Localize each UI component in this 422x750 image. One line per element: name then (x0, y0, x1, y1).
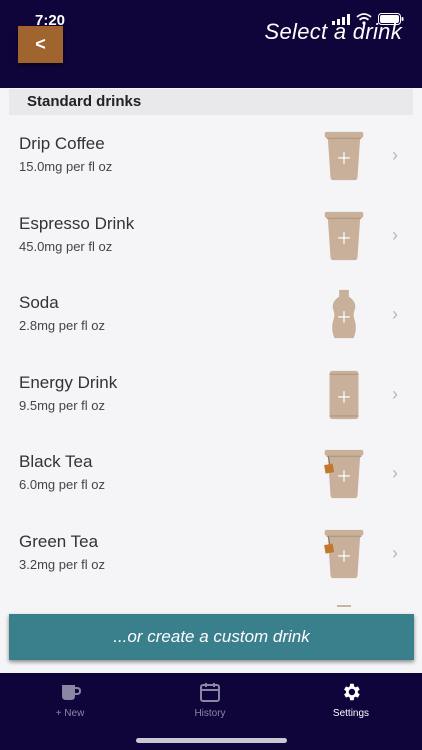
chevron-right-icon: › (392, 383, 398, 404)
tea-cup-icon (324, 529, 364, 578)
coffee-cup-icon (62, 685, 81, 700)
tab-history[interactable]: History (150, 681, 270, 719)
tab-new-label: + New (55, 708, 85, 719)
drink-name: Soda (19, 293, 59, 312)
cup-icon (324, 211, 364, 260)
drink-list-container[interactable]: Standard drinks Drip Coffee 15.0mg per fl… (0, 88, 422, 673)
tab-history-label: History (194, 708, 226, 719)
drink-row[interactable]: Drip Coffee 15.0mg per fl oz › (0, 116, 422, 196)
tab-settings[interactable]: Settings (291, 681, 411, 719)
chevron-right-icon: › (392, 224, 398, 245)
drink-caffeine: 9.5mg per fl oz (19, 397, 105, 413)
drink-list: Drip Coffee 15.0mg per fl oz › Espresso Dri… (0, 116, 422, 593)
section-header: Standard drinks (9, 89, 413, 115)
drink-caffeine: 3.2mg per fl oz (19, 556, 105, 572)
drink-row[interactable]: Energy Drink 9.5mg per fl oz › (0, 355, 422, 435)
drink-caffeine: 2.8mg per fl oz (19, 318, 105, 333)
drink-caffeine: 15.0mg per fl oz (19, 159, 113, 174)
cup-icon (324, 131, 364, 181)
page-title: Select a drink (264, 19, 402, 44)
create-custom-drink-button[interactable]: ...or create a custom drink (9, 614, 414, 660)
tab-new[interactable]: + New (10, 681, 130, 719)
drink-name: Energy Drink (19, 372, 118, 392)
can-icon (329, 370, 359, 419)
home-indicator (136, 738, 287, 743)
drink-name: Green Tea (19, 531, 99, 551)
chevron-right-icon: › (392, 145, 398, 165)
partial-row-hint (337, 605, 351, 607)
drink-row[interactable]: Soda 2.8mg per fl oz › (0, 275, 422, 355)
tab-settings-label: Settings (332, 708, 370, 719)
calendar-icon (200, 683, 220, 702)
drink-row[interactable]: Black Tea 6.0mg per fl oz › (0, 434, 422, 514)
drink-name: Drip Coffee (19, 134, 105, 153)
drink-name: Espresso Drink (19, 213, 135, 233)
drink-name: Black Tea (19, 452, 93, 471)
header: < Select a drink (0, 0, 422, 88)
drink-caffeine: 45.0mg per fl oz (19, 238, 113, 254)
back-button[interactable]: < (18, 26, 63, 63)
chevron-right-icon: › (392, 463, 398, 483)
drink-row[interactable]: Green Tea 3.2mg per fl oz › (0, 514, 422, 594)
gear-icon (344, 683, 360, 701)
drink-caffeine: 6.0mg per fl oz (19, 477, 105, 492)
bottle-icon (332, 289, 356, 339)
tea-cup-icon (324, 449, 364, 499)
drink-row[interactable]: Espresso Drink 45.0mg per fl oz › (0, 196, 422, 276)
chevron-right-icon: › (392, 542, 398, 563)
chevron-right-icon: › (392, 304, 398, 324)
